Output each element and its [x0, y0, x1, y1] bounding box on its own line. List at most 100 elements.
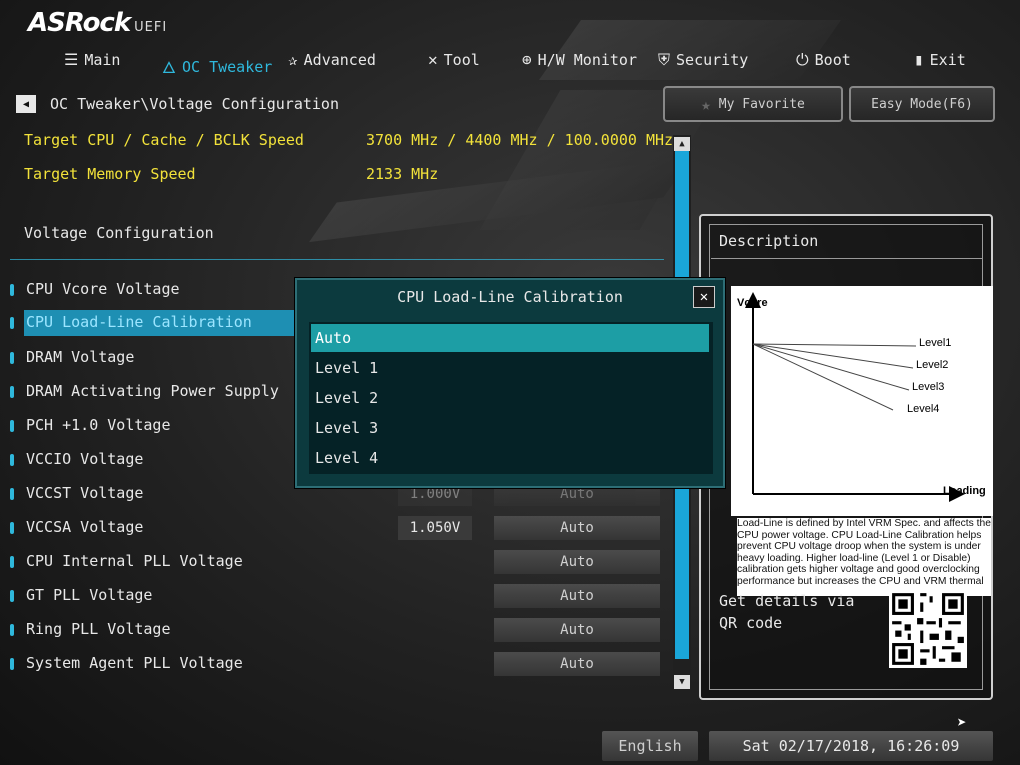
row-marker: [10, 658, 14, 670]
setting-option[interactable]: Auto: [494, 516, 660, 540]
setting-row-cpu-internal-pll[interactable]: CPU Internal PLL Voltage Auto: [10, 549, 670, 575]
datetime-display[interactable]: Sat 02/17/2018, 16:26:09: [709, 731, 993, 761]
tools-icon: ✕: [428, 50, 438, 69]
graph-x-label: Loading: [943, 485, 986, 497]
tab-label: Tool: [443, 50, 480, 69]
power-icon: ⏻: [796, 50, 809, 69]
tab-label: Main: [84, 50, 121, 69]
my-favorite-label: My Favorite: [718, 96, 805, 112]
main-nav: ☰ Main 🜂 OC Tweaker ✰ Advanced ✕ Tool ⊕ H/W M…: [0, 46, 1020, 77]
row-marker: [10, 624, 14, 636]
target-memory-value: 2133 MHz: [366, 165, 439, 183]
graph-level-4: Level4: [907, 403, 939, 415]
setting-label: CPU Vcore Voltage: [26, 280, 180, 298]
setting-label: CPU Internal PLL Voltage: [26, 552, 243, 570]
star-icon: ✰: [288, 50, 298, 69]
brand-suffix: UEFI: [134, 20, 168, 35]
arrow-up-icon: ▲: [679, 139, 685, 149]
setting-row-ring-pll[interactable]: Ring PLL Voltage Auto: [10, 617, 670, 643]
target-cpu-label: Target CPU / Cache / BCLK Speed: [24, 131, 304, 149]
back-arrow-icon: ◀: [22, 98, 30, 110]
tab-label: Security: [676, 51, 749, 69]
setting-row-vccsa[interactable]: VCCSA Voltage 1.050V Auto: [10, 515, 670, 541]
row-marker: [10, 556, 14, 568]
tab-label: Advanced: [303, 50, 376, 69]
target-memory-label: Target Memory Speed: [24, 165, 196, 183]
setting-value[interactable]: 1.050V: [398, 516, 472, 540]
row-marker: [10, 386, 14, 398]
graph-lines: [752, 343, 917, 411]
flame-icon: 🜂: [162, 58, 176, 77]
option-level-2[interactable]: Level 2: [311, 384, 709, 412]
graph-level-3: Level3: [912, 381, 944, 393]
mouse-cursor-icon: ➤: [957, 713, 967, 732]
row-marker: [10, 284, 14, 296]
setting-row-gt-pll[interactable]: GT PLL Voltage Auto: [10, 583, 670, 609]
dialog-title: CPU Load-Line Calibration: [397, 288, 623, 306]
tab-label: Exit: [929, 50, 966, 69]
option-level-3[interactable]: Level 3: [311, 414, 709, 442]
easy-mode-button[interactable]: Easy Mode(F6): [849, 86, 995, 122]
setting-option[interactable]: Auto: [494, 652, 660, 676]
setting-option[interactable]: Auto: [494, 584, 660, 608]
llc-dialog: CPU Load-Line Calibration ✕ Auto Level 1…: [295, 278, 725, 488]
setting-label: Ring PLL Voltage: [26, 620, 171, 638]
tab-exit[interactable]: ▮ Exit: [914, 50, 966, 69]
setting-label: GT PLL Voltage: [26, 586, 153, 604]
scroll-up-button[interactable]: ▲: [674, 137, 690, 151]
setting-label: DRAM Voltage: [26, 348, 135, 366]
scroll-down-button[interactable]: ▼: [674, 675, 690, 689]
tab-security[interactable]: ⛨ Security: [658, 50, 748, 70]
row-marker: [10, 522, 14, 534]
row-marker: [10, 352, 14, 364]
tab-boot[interactable]: ⏻ Boot: [796, 50, 851, 70]
exit-icon: ▮: [914, 50, 924, 69]
section-divider: [10, 259, 664, 260]
tab-main[interactable]: ☰ Main: [64, 50, 120, 69]
back-button[interactable]: ◀: [16, 95, 36, 113]
easy-mode-label: Easy Mode(F6): [871, 96, 973, 112]
row-marker: [10, 590, 14, 602]
option-level-1[interactable]: Level 1: [311, 354, 709, 382]
language-button[interactable]: English: [602, 731, 698, 761]
list-icon: ☰: [64, 50, 79, 69]
target-cpu-value: 3700 MHz / 4400 MHz / 100.0000 MHz: [366, 131, 674, 149]
tab-label: Boot: [814, 51, 851, 69]
row-marker: [10, 454, 14, 466]
setting-label: VCCIO Voltage: [26, 450, 144, 468]
tab-label: OC Tweaker: [181, 57, 273, 76]
setting-option[interactable]: Auto: [494, 550, 660, 574]
setting-option[interactable]: Auto: [494, 618, 660, 642]
close-icon: ✕: [699, 289, 709, 305]
description-title: Description: [719, 232, 819, 250]
description-text: Load-Line is defined by Intel VRM Spec. …: [737, 518, 991, 596]
setting-row-sa-pll[interactable]: System Agent PLL Voltage Auto: [10, 651, 670, 677]
setting-label: CPU Load-Line Calibration: [26, 313, 252, 331]
setting-label: PCH +1.0 Voltage: [26, 416, 171, 434]
graph-axes: [745, 292, 965, 502]
brand-name: ASRock: [28, 8, 131, 38]
my-favorite-button[interactable]: ★ My Favorite: [663, 86, 843, 122]
setting-label: System Agent PLL Voltage: [26, 654, 243, 672]
breadcrumb: ◀ OC Tweaker\Voltage Configuration: [16, 95, 339, 113]
tab-hw-monitor[interactable]: ⊕ H/W Monitor: [522, 50, 637, 69]
asrock-logo: ASRock UEFI: [28, 8, 167, 38]
qr-caption: Get details via QR code: [719, 592, 855, 632]
graph-y-label: Vcore: [737, 297, 768, 309]
setting-label: DRAM Activating Power Supply: [26, 382, 279, 400]
graph-level-2: Level2: [916, 359, 948, 371]
qr-code-icon: [889, 590, 967, 668]
description-divider: [711, 258, 983, 259]
option-auto[interactable]: Auto: [311, 324, 709, 352]
option-level-4[interactable]: Level 4: [311, 444, 709, 472]
monitor-icon: ⊕: [522, 50, 532, 69]
close-button[interactable]: ✕: [693, 286, 715, 308]
tab-tool[interactable]: ✕ Tool: [428, 50, 480, 69]
row-marker: [10, 420, 14, 432]
tab-advanced[interactable]: ✰ Advanced: [288, 50, 376, 69]
setting-label: VCCSA Voltage: [26, 518, 144, 536]
dialog-options: Auto Level 1 Level 2 Level 3 Level 4: [309, 322, 713, 474]
tab-oc-tweaker[interactable]: 🜂 OC Tweaker: [162, 50, 272, 83]
tab-label: H/W Monitor: [537, 50, 637, 69]
shield-icon: ⛨: [658, 50, 671, 69]
